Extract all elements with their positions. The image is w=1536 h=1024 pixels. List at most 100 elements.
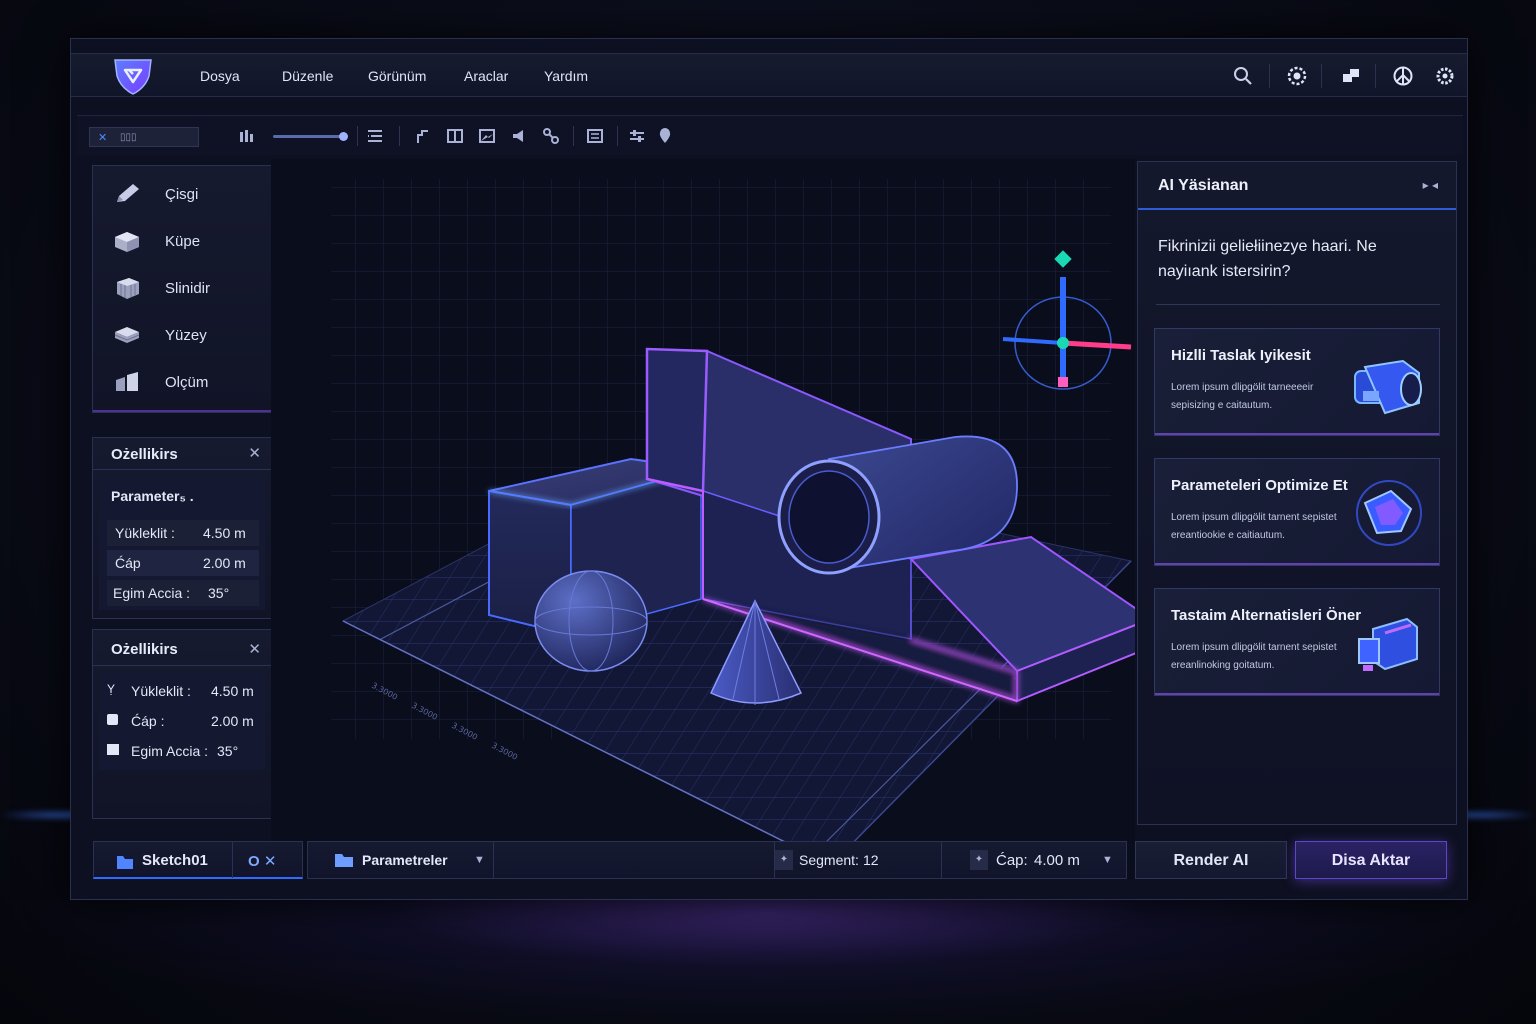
property-value: 4.50 m xyxy=(211,683,254,699)
property-row-height[interactable]: Ỵ Yükleklit : 4.50 m xyxy=(99,678,265,704)
tool-surface[interactable]: Yüzey xyxy=(93,315,271,355)
tool-label: Olçüm xyxy=(165,374,209,391)
properties-body: Ỵ Yükleklit : 4.50 m Ćáp : 2.00 m Egim A… xyxy=(99,672,265,770)
segment-field[interactable]: ✦ Segment: 12 xyxy=(774,842,942,878)
measure-icon xyxy=(116,372,138,391)
toolbar-divider xyxy=(357,126,358,146)
panel-icon[interactable] xyxy=(445,126,465,146)
bottom-bar: Sketch01 O ✕ Parametreler ▼ ✦ Segment: 1… xyxy=(77,835,1463,887)
settings-gear-icon[interactable] xyxy=(1285,64,1309,88)
render-ai-button[interactable]: Render AI xyxy=(1135,841,1287,879)
volume-icon[interactable] xyxy=(509,126,529,146)
ai-suggestion-optimize[interactable]: Parameteleri Optimize Et Lorem ipsum dli… xyxy=(1154,458,1440,566)
tool-line[interactable]: Çisgi xyxy=(93,174,271,214)
property-label: Yükleklit : xyxy=(115,525,175,541)
properties-header: Ożellikirs ✕ xyxy=(93,630,271,666)
diameter-icon xyxy=(107,714,118,725)
menu-divider xyxy=(1375,64,1376,88)
globe-icon[interactable] xyxy=(1391,64,1415,88)
stepper-icon[interactable]: ✦ xyxy=(775,850,793,870)
alternatives-icon xyxy=(1358,617,1418,671)
chevron-down-icon: ▼ xyxy=(1102,854,1113,866)
menu-help[interactable]: Yardım xyxy=(544,68,588,84)
properties-body: Parameter₅ . Yükleklit : 4.50 m Ćáp 2.00… xyxy=(99,476,265,610)
tool-cylinder[interactable]: Slinidir xyxy=(93,268,271,308)
pencil-icon xyxy=(117,184,139,202)
close-icon[interactable]: ✕ xyxy=(98,131,107,144)
link-icon[interactable] xyxy=(541,126,561,146)
toolbar-divider xyxy=(617,126,618,146)
floor-glow xyxy=(0,900,1536,1024)
card-title: Tastaim Alternatisleri Öner xyxy=(1171,607,1362,624)
tool-label: Çisgi xyxy=(165,186,199,203)
sphere-shape[interactable] xyxy=(534,570,648,672)
menu-edit[interactable]: Düzenle xyxy=(282,68,333,84)
search-icon[interactable] xyxy=(1231,64,1255,88)
tools-panel: Çisgi Küpe Slinidir Yüzey Olçüm xyxy=(92,165,272,413)
property-value: 35° xyxy=(208,585,230,601)
edge-glow-right xyxy=(1456,812,1536,818)
sketch-tab[interactable]: Sketch01 O ✕ xyxy=(93,841,303,879)
property-row-angle[interactable]: Egim Accia : 35° xyxy=(99,738,265,764)
grid-icon[interactable] xyxy=(585,126,605,146)
app-window: Dosya Düzenle Görünüm Araclar Yardım ✕ ▯… xyxy=(70,38,1468,900)
list-icon[interactable] xyxy=(365,126,385,146)
parameters-bar: Parametreler ▼ ✦ Segment: 12 ✦ Ćap: 4.00… xyxy=(307,841,1127,879)
sketch-tab-actions[interactable]: O ✕ xyxy=(248,852,276,870)
properties-title: Ożellikirs xyxy=(111,641,178,658)
tool-measure[interactable]: Olçüm xyxy=(93,362,271,402)
menu-file[interactable]: Dosya xyxy=(200,68,240,84)
zoom-slider-handle[interactable] xyxy=(339,132,348,141)
properties-header: Ożellikirs ✕ xyxy=(93,438,271,470)
panel-collapse-icon[interactable]: ▸ ◂ xyxy=(1423,178,1438,192)
3d-viewport[interactable]: 3.3000 3.3000 3.3000 3.3000 xyxy=(271,159,1135,879)
property-row-angle[interactable]: Egim Accia : 35° xyxy=(107,580,259,606)
property-label: Egim Accia : xyxy=(113,585,191,601)
stepper-icon[interactable]: ✦ xyxy=(970,850,988,870)
parameters-dropdown[interactable]: Parametreler ▼ xyxy=(308,842,494,878)
zoom-slider-track[interactable] xyxy=(273,135,345,138)
segment-label: Segment: xyxy=(799,852,859,868)
diameter-field[interactable]: ✦ Ćap: 4.00 m ▼ xyxy=(970,842,1126,878)
pen-icon[interactable] xyxy=(413,126,433,146)
tool-cube[interactable]: Küpe xyxy=(93,221,271,261)
gear-icon[interactable] xyxy=(1433,64,1457,88)
card-title: Hizlli Taslak Iyikesit xyxy=(1171,347,1311,364)
property-row-diameter[interactable]: Ćáp : 2.00 m xyxy=(99,708,265,734)
sketch-engine-icon xyxy=(1354,359,1422,415)
close-icon[interactable]: ✕ xyxy=(248,444,261,462)
cube-icon xyxy=(115,232,139,252)
surface-icon xyxy=(114,327,140,343)
property-value: 2.00 m xyxy=(203,555,246,571)
close-icon[interactable]: ✕ xyxy=(248,640,261,658)
ai-suggestion-alternatives[interactable]: Tastaim Alternatisleri Öner Lorem ipsum … xyxy=(1154,588,1440,696)
pin-icon[interactable] xyxy=(655,126,675,146)
property-row-diameter[interactable]: Ćáp 2.00 m xyxy=(107,550,259,576)
export-button[interactable]: Disa Aktar xyxy=(1295,841,1447,879)
property-row-height[interactable]: Yükleklit : 4.50 m xyxy=(107,520,259,546)
property-label: Egim Accia : xyxy=(131,743,209,759)
cylinder-icon xyxy=(117,278,139,299)
toolbar: ✕ ▯▯▯ xyxy=(77,115,1463,155)
window-icon[interactable] xyxy=(1339,64,1363,88)
ai-prompt-text: Fikrinizii geliełiinezye haari. Ne nayiı… xyxy=(1158,238,1377,280)
sliders-icon[interactable] xyxy=(627,126,647,146)
height-icon: Ỵ xyxy=(107,682,116,696)
image-icon[interactable] xyxy=(477,126,497,146)
property-label: Ćáp : xyxy=(131,713,165,729)
edge-glow-left xyxy=(0,812,80,818)
card-description: Lorem ipsum dlipgölit tarnent sepistet e… xyxy=(1171,512,1337,541)
ai-suggestion-quick-sketch[interactable]: Hizlli Taslak Iyikesit Lorem ipsum dlipg… xyxy=(1154,328,1440,436)
ai-panel-header: AI Yäsianan ▸ ◂ xyxy=(1138,162,1456,210)
property-value: 2.00 m xyxy=(211,713,254,729)
ai-divider xyxy=(1156,304,1440,305)
diameter-value: 4.00 m xyxy=(1034,852,1080,869)
properties-title: Ożellikirs xyxy=(111,446,178,463)
toolbar-divider xyxy=(399,126,400,146)
layers-icon[interactable] xyxy=(237,126,257,146)
menu-view[interactable]: Görünüm xyxy=(368,68,426,84)
app-logo-icon xyxy=(114,59,152,95)
menu-tools[interactable]: Araclar xyxy=(464,68,508,84)
document-tab[interactable]: ✕ ▯▯▯ xyxy=(89,127,199,147)
chevron-down-icon: ▼ xyxy=(474,854,485,866)
